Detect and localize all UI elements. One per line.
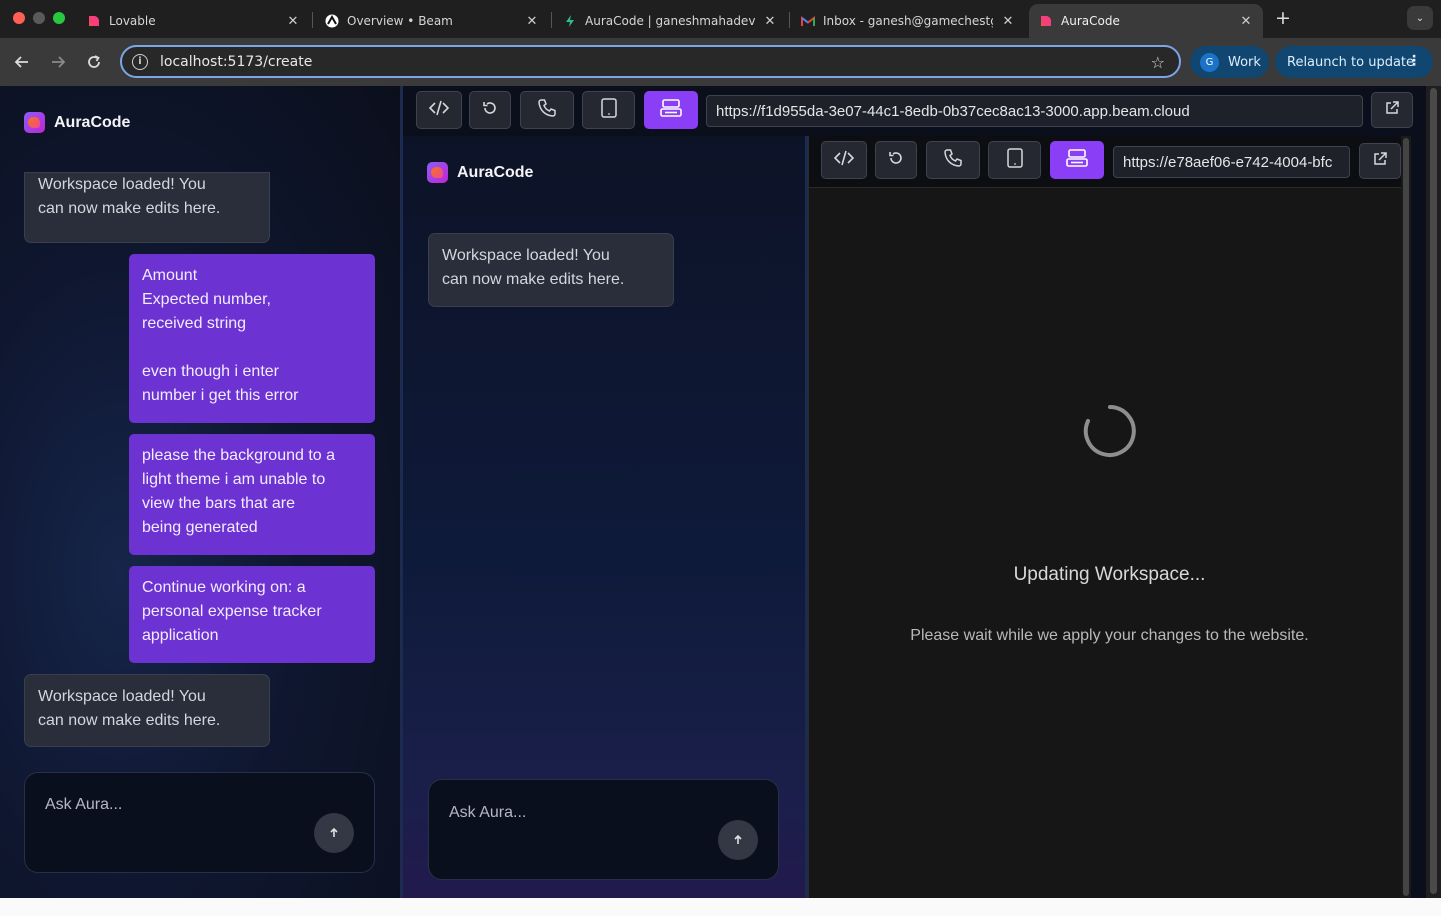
omnibox[interactable]: i localhost:5173/create ☆ [120, 45, 1181, 78]
code-icon [833, 150, 855, 170]
beam-icon [325, 14, 339, 28]
status-title: Updating Workspace... [1013, 564, 1206, 585]
external-link-icon [1372, 151, 1388, 171]
desktop-view-button[interactable] [1050, 141, 1104, 179]
gmail-icon [801, 14, 815, 28]
tab-title: Overview • Beam [347, 14, 453, 28]
tab-separator [312, 12, 313, 28]
lovable-heart-icon [1039, 14, 1053, 28]
nested-preview-frame: https://e78aef06-e742-4004-bfc Updating … [808, 136, 1411, 898]
tab-close-icon[interactable]: ✕ [1239, 14, 1253, 29]
browser-tab-gmail[interactable]: Inbox - ganesh@gamechestg ✕ [791, 4, 1025, 38]
mobile-view-button[interactable] [926, 141, 980, 179]
tab-separator [551, 12, 552, 28]
app-brand[interactable]: AuraCode [24, 112, 130, 133]
desktop-icon [1066, 148, 1088, 172]
browser-tab-lovable[interactable]: Lovable ✕ [77, 4, 310, 38]
tablet-view-button[interactable] [582, 91, 635, 129]
browser-tab-auracode-active[interactable]: AuraCode ✕ [1029, 4, 1263, 38]
user-message: Amount Expected number, received string … [129, 254, 375, 423]
bookmark-star-icon[interactable]: ☆ [1151, 53, 1165, 72]
refresh-icon [482, 100, 498, 120]
tab-close-icon[interactable]: ✕ [286, 14, 300, 29]
user-message: please the background to a light theme i… [129, 434, 375, 555]
phone-icon [943, 148, 963, 172]
new-tab-button[interactable]: + [1273, 8, 1293, 28]
close-window-button[interactable] [13, 12, 25, 24]
bolt-icon [563, 14, 577, 28]
tab-search-chevron-icon[interactable]: ⌄ [1407, 6, 1433, 30]
profile-avatar: G [1200, 52, 1219, 72]
tab-title: Lovable [109, 14, 156, 28]
send-arrow-icon[interactable] [314, 813, 354, 853]
page-viewport: AuraCode Workspace loaded! You can now m… [0, 86, 1441, 916]
tablet-icon [600, 98, 617, 122]
site-info-icon[interactable]: i [132, 53, 148, 70]
code-icon [428, 100, 450, 120]
refresh-button[interactable] [469, 91, 511, 129]
bottom-strip [0, 898, 1441, 916]
code-view-button[interactable] [821, 141, 867, 179]
phone-icon [537, 98, 557, 122]
nested-preview-toolbar: https://e78aef06-e742-4004-bfc [809, 136, 1410, 188]
assistant-message: Workspace loaded! You can now make edits… [24, 172, 270, 243]
mobile-view-button[interactable] [520, 91, 574, 129]
page-scrollbar[interactable] [1426, 86, 1441, 898]
tablet-icon [1006, 148, 1023, 172]
preview-url-field[interactable]: https://f1d955da-3e07-44c1-8edb-0b37cec8… [706, 95, 1363, 127]
tab-separator [789, 12, 790, 28]
open-external-button[interactable] [1371, 92, 1413, 128]
lovable-heart-icon [87, 14, 101, 28]
desktop-view-button[interactable] [644, 91, 698, 129]
loading-spinner-icon [1083, 404, 1137, 458]
tab-close-icon[interactable]: ✕ [763, 14, 777, 29]
nested-prompt-input[interactable]: Ask Aura... [428, 779, 779, 880]
chat-panel: AuraCode Workspace loaded! You can now m… [0, 86, 400, 898]
back-arrow-icon[interactable] [10, 50, 34, 74]
tablet-view-button[interactable] [988, 141, 1041, 179]
forward-arrow-icon[interactable] [46, 50, 70, 74]
tab-title: AuraCode [1061, 14, 1120, 28]
auracode-logo-icon [24, 112, 45, 133]
brand-name: AuraCode [54, 113, 131, 131]
browser-tab-auracode-bolt[interactable]: AuraCode | ganeshmahadev | ✕ [553, 4, 787, 38]
desktop-icon [660, 98, 682, 122]
auracode-logo-icon [427, 162, 448, 183]
profile-label: Work [1228, 54, 1261, 70]
send-arrow-icon[interactable] [718, 820, 758, 860]
prompt-placeholder: Ask Aura... [45, 796, 123, 813]
brand-name: AuraCode [457, 163, 534, 181]
nested-app-brand[interactable]: AuraCode [427, 162, 533, 183]
code-view-button[interactable] [416, 91, 462, 129]
tab-title: AuraCode | ganeshmahadev | [585, 14, 755, 28]
status-message: Please wait while we apply your changes … [910, 627, 1309, 644]
omnibox-url: localhost:5173/create [160, 53, 313, 70]
user-message: Continue working on: a personal expense … [129, 566, 375, 663]
refresh-button[interactable] [875, 141, 917, 179]
refresh-icon [888, 150, 904, 170]
assistant-message: Workspace loaded! You can now make edits… [428, 233, 674, 307]
more-vertical-icon[interactable]: ⋮ [1407, 53, 1421, 69]
open-external-button[interactable] [1359, 143, 1401, 179]
minimize-window-button[interactable] [33, 12, 45, 24]
browser-tab-beam[interactable]: Overview • Beam ✕ [315, 4, 549, 38]
prompt-placeholder: Ask Aura... [449, 804, 527, 821]
page-scrollbar-thumb[interactable] [1430, 88, 1437, 894]
nested-scrollbar[interactable] [1401, 136, 1411, 898]
preview-panel: https://f1d955da-3e07-44c1-8edb-0b37cec8… [403, 86, 1426, 898]
tab-close-icon[interactable]: ✕ [1001, 14, 1015, 29]
reload-icon[interactable] [82, 50, 106, 74]
browser-tab-strip: Lovable ✕ Overview • Beam ✕ AuraCode | g… [0, 0, 1441, 38]
tab-close-icon[interactable]: ✕ [525, 14, 539, 29]
nested-chat-panel: AuraCode Workspace loaded! You can now m… [403, 136, 805, 898]
external-link-icon [1384, 100, 1400, 120]
profile-chip[interactable]: G Work [1190, 46, 1269, 78]
relaunch-label: Relaunch to update [1287, 54, 1415, 70]
maximize-window-button[interactable] [53, 12, 65, 24]
tab-title: Inbox - ganesh@gamechestg [823, 14, 993, 28]
assistant-message: Workspace loaded! You can now make edits… [24, 674, 270, 747]
nested-preview-url-field[interactable]: https://e78aef06-e742-4004-bfc [1113, 146, 1350, 178]
prompt-input[interactable]: Ask Aura... [24, 772, 375, 873]
relaunch-button[interactable]: Relaunch to update ⋮ [1275, 46, 1433, 78]
